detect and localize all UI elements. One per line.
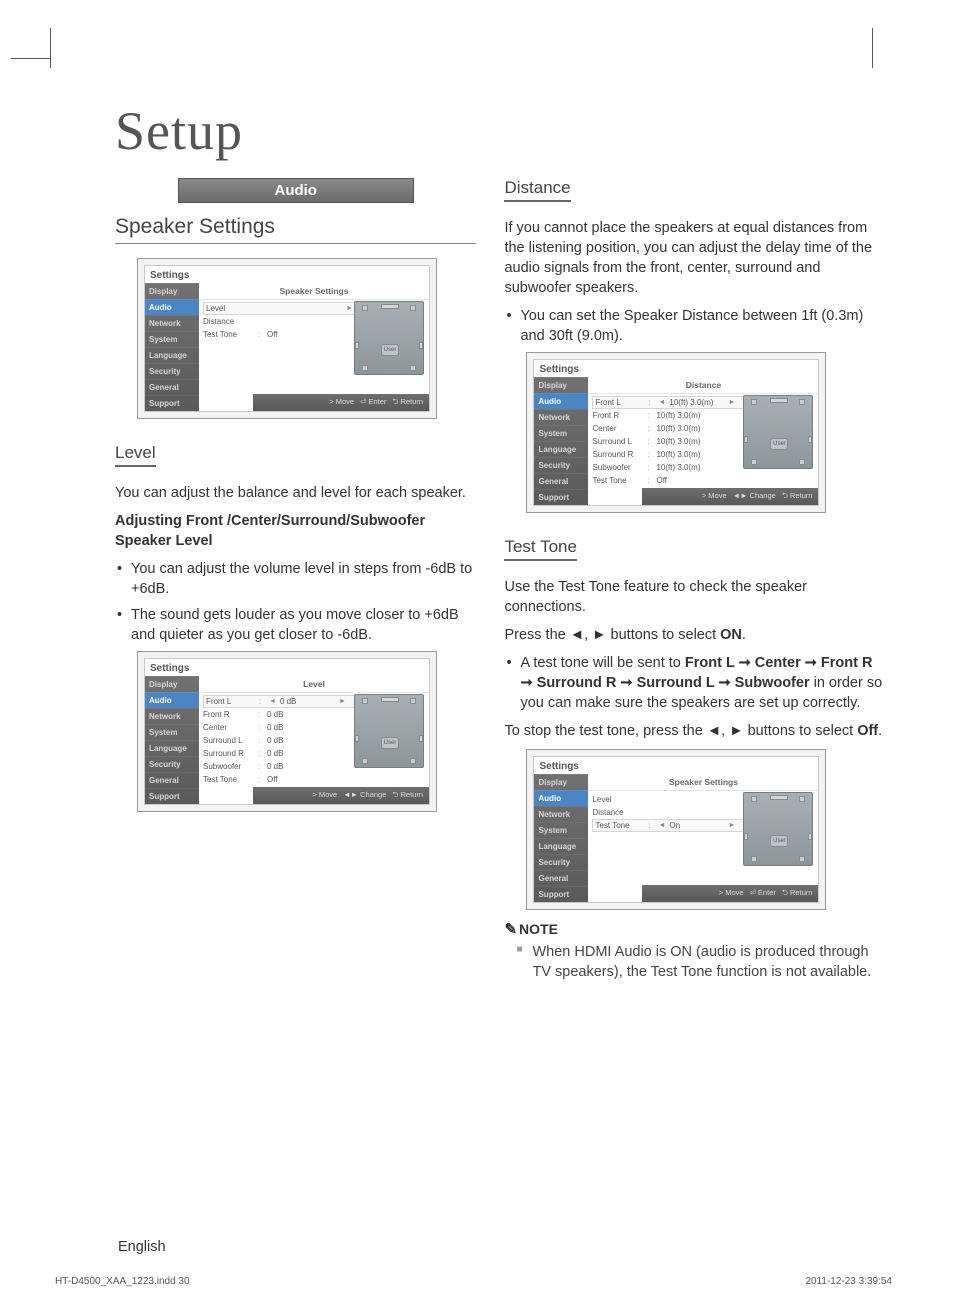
ui-header: Distance (588, 377, 818, 394)
sidebar-item: Display (534, 377, 588, 393)
sidebar-item: System (145, 331, 199, 347)
sidebar-item: Display (534, 774, 588, 790)
sidebar-item: Security (534, 854, 588, 870)
sidebar-item: Audio (534, 393, 588, 409)
footer-file: HT-D4500_XAA_1223.indd 30 (55, 1276, 190, 1287)
audio-bar: Audio (178, 178, 414, 203)
sidebar-item: Language (534, 441, 588, 457)
level-bullet-1: You can adjust the volume level in steps… (115, 559, 476, 599)
sidebar-item: Display (145, 676, 199, 692)
settings-row: Test Tone:Off (203, 773, 429, 786)
ui-title: Settings (145, 266, 429, 283)
level-subhead: Adjusting Front /Center/Surround/Subwoof… (115, 511, 476, 551)
sidebar-item: System (145, 724, 199, 740)
ui-title: Settings (534, 757, 818, 774)
ui-title: Settings (534, 360, 818, 377)
ui-header: Speaker Settings (588, 774, 818, 791)
sidebar-item: Audio (145, 692, 199, 708)
ui-title: Settings (145, 659, 429, 676)
sidebar-item: Audio (145, 299, 199, 315)
ui-level: Settings DisplayAudioNetworkSystemLangua… (137, 651, 437, 812)
footer-date: 2011-12-23 3:39:54 (805, 1276, 892, 1287)
sidebar-item: Network (534, 409, 588, 425)
note-heading: ✎NOTE (504, 920, 884, 938)
footer-language: English (118, 1239, 166, 1255)
settings-row: Front L:◄0 dB► (203, 695, 359, 708)
settings-row: Front L:◄10(ft) 3.0(m)► (592, 396, 748, 409)
sidebar-item: System (534, 425, 588, 441)
testtone-heading: Test Tone (504, 537, 576, 561)
ui-testtone: Settings DisplayAudioNetworkSystemLangua… (526, 749, 826, 910)
sidebar-item: Security (534, 457, 588, 473)
speaker-settings-heading: Speaker Settings (115, 215, 476, 244)
sidebar-item: Support (534, 886, 588, 902)
page-title: Setup (115, 100, 894, 162)
sidebar-item: Language (145, 347, 199, 363)
testtone-p1: Use the Test Tone feature to check the s… (504, 577, 884, 617)
sidebar-item: General (145, 379, 199, 395)
testtone-p3: To stop the test tone, press the ◄, ► bu… (504, 721, 884, 741)
settings-row: Test Tone:Off (592, 474, 818, 487)
sidebar-item: System (534, 822, 588, 838)
level-intro: You can adjust the balance and level for… (115, 483, 476, 503)
distance-p1: If you cannot place the speakers at equa… (504, 218, 884, 298)
testtone-bullet-1: A test tone will be sent to Front L ➞ Ce… (504, 653, 884, 713)
sidebar-item: Support (145, 395, 199, 411)
pencil-icon: ✎ (504, 921, 517, 938)
note-item-1: When HDMI Audio is ON (audio is produced… (504, 942, 884, 982)
sidebar-item: Security (145, 756, 199, 772)
sidebar-item: Security (145, 363, 199, 379)
testtone-p2: Press the ◄, ► buttons to select ON. (504, 625, 884, 645)
sidebar-item: Support (145, 788, 199, 804)
distance-heading: Distance (504, 178, 570, 202)
settings-row: Level► (203, 302, 359, 315)
sidebar-item: General (534, 870, 588, 886)
ui-speaker-settings: Settings DisplayAudioNetworkSystemLangua… (137, 258, 437, 419)
sidebar-item: Language (534, 838, 588, 854)
sidebar-item: Language (145, 740, 199, 756)
settings-row: Test Tone:◄On► (592, 819, 748, 832)
sidebar-item: Network (145, 708, 199, 724)
sidebar-item: Audio (534, 790, 588, 806)
sidebar-item: Network (534, 806, 588, 822)
ui-header: Speaker Settings (199, 283, 429, 300)
distance-bullet-1: You can set the Speaker Distance between… (504, 306, 884, 346)
sidebar-item: General (534, 473, 588, 489)
sidebar-item: Network (145, 315, 199, 331)
sidebar-item: Display (145, 283, 199, 299)
sidebar-item: Support (534, 489, 588, 505)
level-heading: Level (115, 443, 156, 467)
level-bullet-2: The sound gets louder as you move closer… (115, 605, 476, 645)
sidebar-item: General (145, 772, 199, 788)
ui-header: Level (199, 676, 429, 693)
ui-distance: Settings DisplayAudioNetworkSystemLangua… (526, 352, 826, 513)
